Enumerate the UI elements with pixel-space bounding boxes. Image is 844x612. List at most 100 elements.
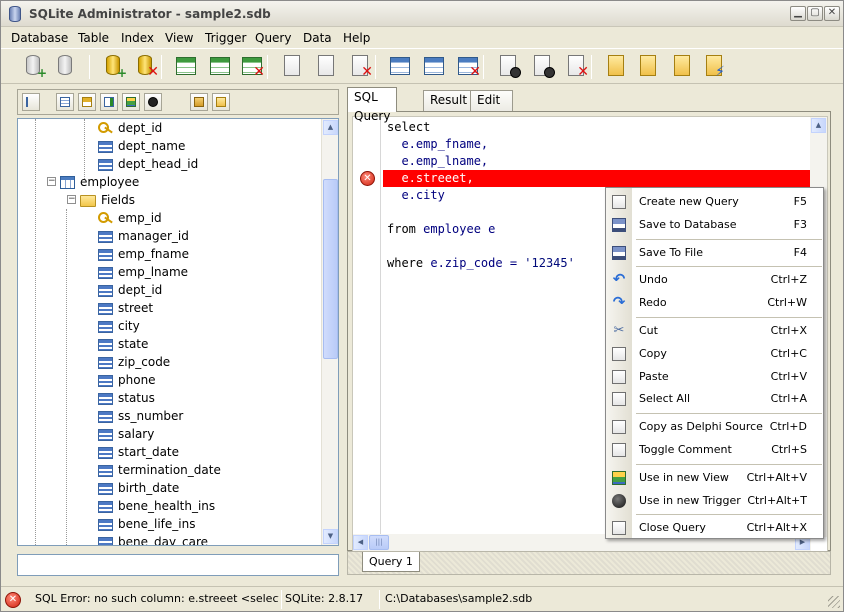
tree-item[interactable]: start_date [98,443,179,461]
menu-view[interactable]: View [165,31,193,45]
context-menu-copy[interactable]: Copy Ctrl+C [606,343,823,365]
delete-query-button[interactable]: ✕ [347,53,373,79]
tree-item[interactable]: state [98,335,148,353]
context-menu-redo[interactable]: ↷ Redo Ctrl+W [606,292,823,314]
context-menu-shortcut: Ctrl+Alt+T [747,493,807,507]
select-all-icon [612,392,626,407]
delete-trigger-button[interactable]: ✕ [563,53,589,79]
edit-trigger-button[interactable] [529,53,555,79]
indexes-button[interactable] [100,93,118,111]
tree-item[interactable]: bene_life_ins [98,515,195,533]
tree-item[interactable]: city [98,317,140,335]
context-menu-copy-as-delphi-source[interactable]: Copy as Delphi Source Ctrl+D [606,416,823,438]
tree-item[interactable]: dept_name [98,137,185,155]
menu-data[interactable]: Data [303,31,332,45]
tree-item[interactable]: bene_health_ins [98,497,215,515]
menu-database[interactable]: Database [11,31,68,45]
tree-item[interactable]: zip_code [98,353,170,371]
refresh-tree-button[interactable] [212,93,230,111]
tree-item[interactable]: status [98,389,155,407]
context-menu-save-to-file[interactable]: Save To File F4 [606,242,823,264]
collapse-icon[interactable]: − [67,195,76,204]
close-button[interactable]: ✕ [824,6,840,21]
context-menu-paste[interactable]: Paste Ctrl+V [606,366,823,388]
database-dropdown-button[interactable] [53,53,79,79]
scroll-down-arrow-icon[interactable]: ▼ [323,529,338,544]
new-document-icon [608,55,624,76]
tree-item[interactable]: dept_id [98,281,162,299]
tree-item[interactable]: manager_id [98,227,189,245]
tree-item[interactable]: termination_date [98,461,221,479]
edit-table-button[interactable] [207,53,233,79]
tree-item[interactable]: Fields [80,191,135,209]
delete-view-button[interactable]: ✕ [455,53,481,79]
context-menu-close-query[interactable]: Close Query Ctrl+Alt+X [606,517,823,539]
tree-item[interactable]: emp_fname [98,245,189,263]
tree-item[interactable]: dept_id [98,119,162,137]
collapse-icon[interactable]: − [47,177,56,186]
context-menu-label: Save To File [639,245,703,259]
tree-item[interactable]: birth_date [98,479,179,497]
tab-query-1[interactable]: Query 1 [362,552,420,572]
views-button[interactable] [122,93,140,111]
delete-database-button[interactable]: ✕ [133,53,159,79]
table-icon [60,176,75,189]
tree-item[interactable]: bene_day_care [98,533,208,545]
context-menu-create-new-query[interactable]: Create new Query F5 [606,191,823,213]
tree-item[interactable]: street [98,299,153,317]
editor-scroll-up-icon[interactable]: ▲ [811,118,826,133]
menu-query[interactable]: Query [255,31,291,45]
tab-sql-query[interactable]: SQL Query [347,87,398,123]
code-line: e.emp_fname, [387,136,488,153]
menu-index[interactable]: Index [121,31,154,45]
tree-scrollbar[interactable]: ▲ ▼ [321,119,338,545]
settings-database-button[interactable] [669,53,695,79]
tree-item[interactable]: emp_id [98,209,162,227]
schema-filter-input[interactable] [17,554,339,576]
fields-button[interactable] [78,93,96,111]
tree-item[interactable]: ss_number [98,407,183,425]
editor-hscroll-thumb[interactable]: ||| [369,535,389,550]
maximize-button[interactable]: ▢ [807,6,823,21]
save-document-button[interactable] [635,53,661,79]
context-menu-undo[interactable]: ↶ Undo Ctrl+Z [606,269,823,291]
query-button[interactable] [279,53,305,79]
tables-button[interactable] [56,93,74,111]
menu-table[interactable]: Table [78,31,109,45]
triggers-button[interactable] [144,93,162,111]
tree-item[interactable]: employee [60,173,139,191]
tab-result[interactable]: Result [423,90,475,111]
menu-help[interactable]: Help [343,31,370,45]
execute-database-button[interactable]: ⚡ [701,53,727,79]
scroll-thumb[interactable] [323,179,338,359]
tree-item[interactable]: dept_head_id [98,155,198,173]
tree-item[interactable]: phone [98,371,156,389]
schema-tree[interactable]: ▲ ▼ dept_id dept_name dept_head_id employee… [17,118,339,546]
table-button[interactable] [173,53,199,79]
edit-query-button[interactable] [313,53,339,79]
tree-item[interactable]: emp_lname [98,263,188,281]
tab-edit-data[interactable]: Edit Data [470,90,513,126]
refresh-database-button[interactable]: + [101,53,127,79]
context-menu-cut[interactable]: ✂ Cut Ctrl+X [606,320,823,342]
minimize-button[interactable]: ▁ [790,6,806,21]
tree-guide-line [84,119,85,179]
tree-item[interactable]: salary [98,425,154,443]
show-all-button[interactable] [190,93,208,111]
menu-trigger[interactable]: Trigger [205,31,246,45]
context-menu-select-all[interactable]: Select All Ctrl+A [606,388,823,410]
context-menu-toggle-comment[interactable]: Toggle Comment Ctrl+S [606,439,823,461]
delete-table-button[interactable]: ✕ [239,53,265,79]
edit-view-button[interactable] [421,53,447,79]
tree-view-button[interactable] [22,93,40,111]
context-menu-use-in-new-view[interactable]: Use in new View Ctrl+Alt+V [606,467,823,489]
add-database-button[interactable]: + [21,53,47,79]
create-view-button[interactable] [387,53,413,79]
scroll-up-arrow-icon[interactable]: ▲ [323,120,338,135]
editor-scroll-left-icon[interactable]: ◀ [353,535,368,550]
context-menu-save-to-database[interactable]: Save to Database F3 [606,214,823,236]
create-trigger-button[interactable] [495,53,521,79]
resize-grip-icon[interactable] [828,596,840,608]
context-menu-use-in-new-trigger[interactable]: Use in new Trigger Ctrl+Alt+T [606,490,823,512]
new-document-button[interactable] [603,53,629,79]
